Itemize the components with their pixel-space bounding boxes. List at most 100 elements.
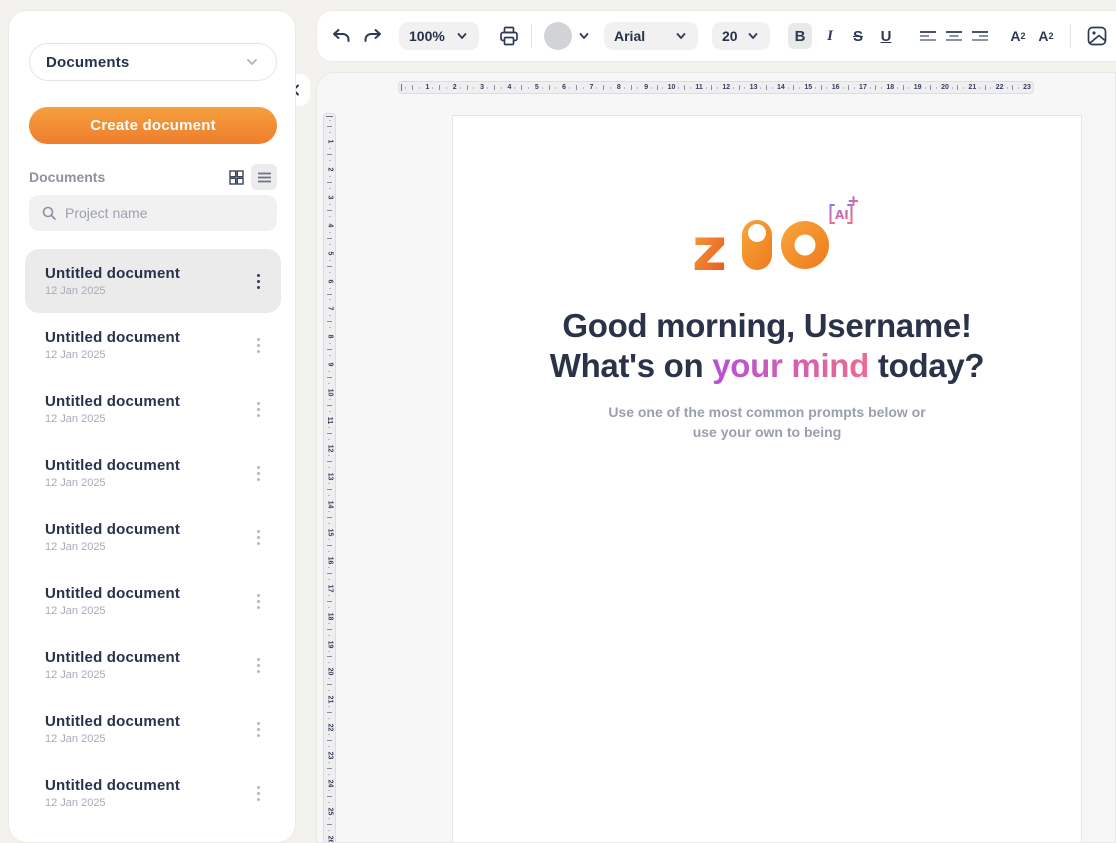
horizontal-ruler: 1234567891011121314151617181920212223 [398, 81, 1034, 94]
document-title: Untitled document [45, 777, 247, 794]
zio-logo-mark: z [692, 212, 842, 278]
document-title: Untitled document [45, 585, 247, 602]
strikethrough-button[interactable]: S [846, 23, 870, 49]
sidebar: Documents Create document Documents Unti… [8, 10, 296, 843]
superscript-base: A [1010, 28, 1020, 44]
search-box [29, 195, 277, 231]
kebab-menu-icon[interactable] [247, 523, 269, 551]
kebab-menu-icon[interactable] [247, 331, 269, 359]
chevron-down-icon [244, 54, 260, 70]
undo-button[interactable] [329, 23, 353, 49]
greeting-heading: Good morning, Username! What's on your m… [453, 306, 1081, 386]
greeting-line2: What's on your mind today? [453, 346, 1081, 386]
insert-image-button[interactable] [1085, 23, 1109, 49]
list-view-icon[interactable] [251, 164, 277, 190]
app-window: Documents Create document Documents Unti… [0, 0, 1116, 843]
bold-button[interactable]: B [788, 23, 812, 49]
document-date: 12 Jan 2025 [45, 413, 247, 425]
subtitle-line2: use your own to being [453, 422, 1081, 442]
kebab-menu-icon[interactable] [247, 587, 269, 615]
document-list-item[interactable]: Untitled document 12 Jan 2025 [25, 761, 281, 825]
document-title: Untitled document [45, 393, 247, 410]
font-family-select[interactable]: Arial [604, 22, 698, 50]
document-date: 12 Jan 2025 [45, 605, 247, 617]
editor-canvas: 1234567891011121314151617181920212223 12… [316, 72, 1116, 843]
documents-section-header: Documents [29, 163, 277, 191]
kebab-menu-icon[interactable] [247, 779, 269, 807]
workspace-dropdown[interactable]: Documents [29, 43, 277, 81]
text-color-swatch[interactable] [544, 22, 572, 50]
kebab-menu-icon[interactable] [247, 715, 269, 743]
search-input[interactable] [65, 205, 255, 221]
document-meta: Untitled document 12 Jan 2025 [45, 457, 247, 489]
document-page[interactable]: z AI [452, 115, 1082, 843]
document-list-item[interactable]: Untitled document 12 Jan 2025 [25, 377, 281, 441]
document-meta: Untitled document 12 Jan 2025 [45, 777, 247, 809]
subscript-button[interactable]: A2 [1034, 23, 1058, 49]
print-button[interactable] [497, 23, 521, 49]
underline-button[interactable]: U [874, 23, 898, 49]
vertical-ruler: 1234567891011121314151617181920212223242… [323, 113, 336, 843]
document-list-item[interactable]: Untitled document 12 Jan 2025 [25, 441, 281, 505]
kebab-menu-icon[interactable] [247, 651, 269, 679]
document-date: 12 Jan 2025 [45, 285, 247, 297]
ai-badge-icon: AI [826, 196, 858, 230]
align-right-button[interactable] [968, 23, 992, 49]
document-date: 12 Jan 2025 [45, 733, 247, 745]
document-list-item[interactable]: Untitled document 12 Jan 2025 [25, 697, 281, 761]
document-meta: Untitled document 12 Jan 2025 [45, 329, 247, 361]
kebab-menu-icon[interactable] [247, 459, 269, 487]
subscript-base: A [1038, 28, 1048, 44]
superscript-mark: 2 [1021, 31, 1026, 41]
document-list-item[interactable]: Untitled document 12 Jan 2025 [25, 569, 281, 633]
align-center-button[interactable] [942, 23, 966, 49]
superscript-button[interactable]: A2 [1006, 23, 1030, 49]
document-title: Untitled document [45, 521, 247, 538]
subscript-mark: 2 [1049, 31, 1054, 41]
document-meta: Untitled document 12 Jan 2025 [45, 585, 247, 617]
document-list-item[interactable]: Untitled document 12 Jan 2025 [25, 505, 281, 569]
document-date: 12 Jan 2025 [45, 797, 247, 809]
greeting-line1: Good morning, Username! [453, 306, 1081, 346]
document-list-item[interactable]: Untitled document 12 Jan 2025 [25, 313, 281, 377]
document-meta: Untitled document 12 Jan 2025 [45, 649, 247, 681]
document-date: 12 Jan 2025 [45, 541, 247, 553]
search-icon [41, 205, 57, 221]
svg-text:z: z [692, 215, 727, 278]
kebab-menu-icon[interactable] [247, 395, 269, 423]
zoom-value: 100% [409, 28, 445, 44]
formatting-toolbar: 100% Arial 20 B I S U [316, 10, 1116, 62]
document-title: Untitled document [45, 457, 247, 474]
document-meta: Untitled document 12 Jan 2025 [45, 521, 247, 553]
document-date: 12 Jan 2025 [45, 477, 247, 489]
zio-logo: z AI [692, 212, 842, 278]
font-size-value: 20 [722, 28, 738, 44]
documents-section-label: Documents [29, 169, 221, 185]
font-family-value: Arial [614, 28, 645, 44]
document-title: Untitled document [45, 265, 247, 282]
document-title: Untitled document [45, 329, 247, 346]
kebab-menu-icon[interactable] [247, 267, 269, 295]
font-size-select[interactable]: 20 [712, 22, 770, 50]
italic-button[interactable]: I [818, 23, 842, 49]
redo-button[interactable] [361, 23, 385, 49]
grid-view-icon[interactable] [223, 164, 249, 190]
document-date: 12 Jan 2025 [45, 669, 247, 681]
document-title: Untitled document [45, 713, 247, 730]
svg-text:AI: AI [835, 208, 849, 222]
document-meta: Untitled document 12 Jan 2025 [45, 393, 247, 425]
document-meta: Untitled document 12 Jan 2025 [45, 713, 247, 745]
document-list-item[interactable]: Untitled document 12 Jan 2025 [25, 249, 281, 313]
greeting-subtitle: Use one of the most common prompts below… [453, 402, 1081, 442]
document-list-item[interactable]: Untitled document 12 Jan 2025 [25, 633, 281, 697]
align-left-button[interactable] [916, 23, 940, 49]
text-color-chevron-icon[interactable] [576, 23, 592, 49]
subtitle-line1: Use one of the most common prompts below… [453, 402, 1081, 422]
greeting-highlight: your mind [712, 347, 869, 384]
document-date: 12 Jan 2025 [45, 349, 247, 361]
document-list: Untitled document 12 Jan 2025 Untitled d… [25, 249, 281, 825]
create-document-button[interactable]: Create document [29, 107, 277, 144]
workspace-dropdown-label: Documents [46, 54, 129, 71]
document-title: Untitled document [45, 649, 247, 666]
zoom-select[interactable]: 100% [399, 22, 479, 50]
